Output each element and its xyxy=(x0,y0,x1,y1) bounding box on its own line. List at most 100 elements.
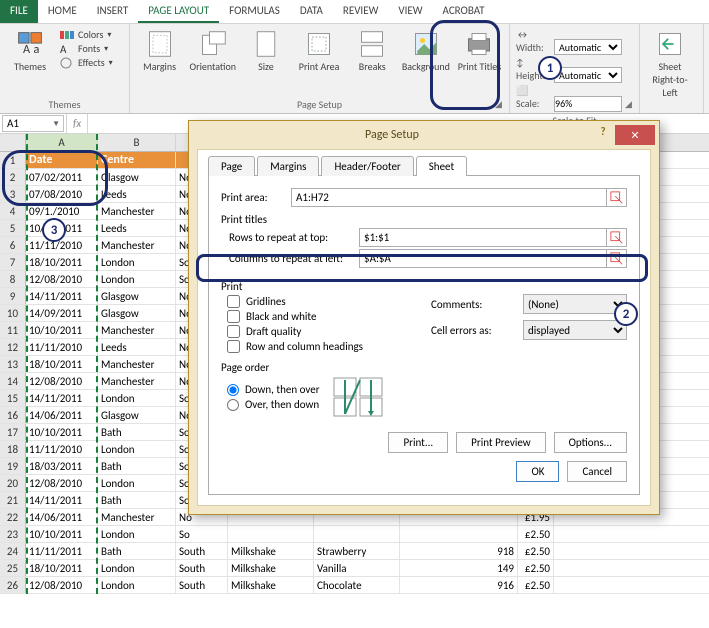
cell[interactable]: Leeds xyxy=(98,339,176,355)
dlg-tab-sheet[interactable]: Sheet xyxy=(416,156,467,176)
cell[interactable]: 10/10/2011 xyxy=(26,424,98,440)
row-header[interactable]: 22 xyxy=(0,509,26,525)
cell[interactable]: Manchester xyxy=(98,373,176,389)
print-area-button[interactable]: Print Area xyxy=(296,28,343,73)
row-header[interactable]: 24 xyxy=(0,543,26,559)
height-select[interactable]: Automatic xyxy=(554,67,622,83)
cell[interactable]: Manchester xyxy=(98,509,176,525)
tab-data[interactable]: DATA xyxy=(290,0,333,23)
cell[interactable]: Manchester xyxy=(98,356,176,372)
select-all-corner[interactable] xyxy=(0,134,26,151)
breaks-button[interactable]: Breaks xyxy=(349,28,396,73)
cols-repeat-picker[interactable] xyxy=(607,249,627,268)
table-row[interactable]: 2310/10/2011LondonSo£2.50 xyxy=(0,526,709,543)
cell[interactable]: Bath xyxy=(98,543,176,559)
col-header-A[interactable]: A xyxy=(26,134,98,151)
cell[interactable]: £2.50 xyxy=(518,577,554,593)
cell[interactable]: Glasgow xyxy=(98,169,176,185)
cell[interactable]: Milkshake xyxy=(228,560,314,576)
dlg-tab-page[interactable]: Page xyxy=(208,156,255,176)
row-header[interactable]: 12 xyxy=(0,339,26,355)
row-header[interactable]: 19 xyxy=(0,458,26,474)
tab-view[interactable]: VIEW xyxy=(388,0,432,23)
tab-file[interactable]: FILE xyxy=(0,0,38,23)
cell[interactable]: Glasgow xyxy=(98,288,176,304)
cell[interactable]: 09/1./2010 xyxy=(26,203,98,219)
row-header[interactable]: 2 xyxy=(0,169,26,185)
row-header[interactable]: 17 xyxy=(0,424,26,440)
row-header[interactable]: 6 xyxy=(0,237,26,253)
cell[interactable]: 11/11/2010 xyxy=(26,237,98,253)
cell[interactable]: 12/08/2010 xyxy=(26,271,98,287)
themes-button[interactable]: Aa Themes xyxy=(6,28,54,73)
cancel-button[interactable]: Cancel xyxy=(567,461,627,482)
cell[interactable]: Manchester xyxy=(98,322,176,338)
cell[interactable] xyxy=(228,526,314,542)
cell[interactable]: £2.50 xyxy=(518,543,554,559)
tab-home[interactable]: HOME xyxy=(38,0,87,23)
cell[interactable]: Glasgow xyxy=(98,305,176,321)
background-button[interactable]: Background xyxy=(402,28,450,73)
cell[interactable]: 10/10/2011 xyxy=(26,220,98,236)
cell[interactable]: Manchester xyxy=(98,203,176,219)
table-row[interactable]: 2612/08/2010LondonSouthMilkshakeChocolat… xyxy=(0,577,709,594)
comments-select[interactable]: (None) xyxy=(523,294,627,314)
cell[interactable]: 10/10/2011 xyxy=(26,526,98,542)
cell[interactable]: London xyxy=(98,271,176,287)
rch-checkbox[interactable]: Row and column headings xyxy=(227,340,431,353)
cell[interactable]: London xyxy=(98,526,176,542)
orientation-button[interactable]: Orientation xyxy=(189,28,236,73)
cell[interactable]: Bath xyxy=(98,458,176,474)
scale-spinner[interactable] xyxy=(554,96,622,112)
gridlines-checkbox[interactable]: Gridlines xyxy=(227,295,431,308)
size-button[interactable]: Size xyxy=(242,28,289,73)
cell[interactable]: £2.50 xyxy=(518,560,554,576)
cell[interactable]: Milkshake xyxy=(228,543,314,559)
fx-area[interactable]: fx xyxy=(66,114,88,133)
effects-button[interactable]: Effects▾ xyxy=(60,56,113,69)
print-area-input[interactable] xyxy=(291,188,607,207)
cell[interactable]: South xyxy=(176,577,228,593)
dialog-help-button[interactable]: ? xyxy=(591,125,615,145)
row-header[interactable]: 11 xyxy=(0,322,26,338)
tab-review[interactable]: REVIEW xyxy=(333,0,389,23)
cell[interactable]: So xyxy=(176,526,228,542)
cell[interactable]: Chocolate xyxy=(314,577,400,593)
cell[interactable]: Vanilla xyxy=(314,560,400,576)
cell[interactable]: London xyxy=(98,560,176,576)
tab-acrobat[interactable]: ACROBAT xyxy=(433,0,495,23)
down-over-radio[interactable]: Down, then over xyxy=(227,383,320,396)
scale-launcher[interactable]: ◢ xyxy=(625,99,637,111)
over-down-radio[interactable]: Over, then down xyxy=(227,398,320,411)
cell[interactable]: 18/10/2011 xyxy=(26,356,98,372)
cell[interactable]: 11/11/2010 xyxy=(26,339,98,355)
cell[interactable]: 18/10/2011 xyxy=(26,254,98,270)
row-header[interactable]: 25 xyxy=(0,560,26,576)
tab-insert[interactable]: INSERT xyxy=(87,0,139,23)
rows-repeat-input[interactable] xyxy=(359,228,607,247)
row-header[interactable]: 15 xyxy=(0,390,26,406)
print-area-picker[interactable] xyxy=(607,188,627,207)
row-header[interactable]: 4 xyxy=(0,203,26,219)
cell[interactable]: Leeds xyxy=(98,186,176,202)
cell[interactable]: Strawberry xyxy=(314,543,400,559)
cell[interactable]: 918 xyxy=(400,543,518,559)
options-button[interactable]: Options... xyxy=(554,432,627,453)
fonts-button[interactable]: AFonts▾ xyxy=(60,42,113,55)
margins-button[interactable]: Margins xyxy=(136,28,183,73)
name-box[interactable]: A1▼ xyxy=(2,115,64,132)
cell[interactable]: 18/03/2011 xyxy=(26,458,98,474)
row-header[interactable]: 10 xyxy=(0,305,26,321)
cell[interactable]: Bath xyxy=(98,492,176,508)
cell[interactable] xyxy=(400,526,518,542)
ok-button[interactable]: OK xyxy=(516,461,559,482)
cell[interactable]: London xyxy=(98,475,176,491)
cell[interactable]: Manchester xyxy=(98,237,176,253)
cell[interactable]: Glasgow xyxy=(98,407,176,423)
row-header[interactable]: 14 xyxy=(0,373,26,389)
row-header[interactable]: 26 xyxy=(0,577,26,593)
cell[interactable]: 149 xyxy=(400,560,518,576)
print-titles-button[interactable]: Print Titles xyxy=(456,28,503,73)
cell[interactable]: 11/11/2011 xyxy=(26,543,98,559)
row-header[interactable]: 23 xyxy=(0,526,26,542)
